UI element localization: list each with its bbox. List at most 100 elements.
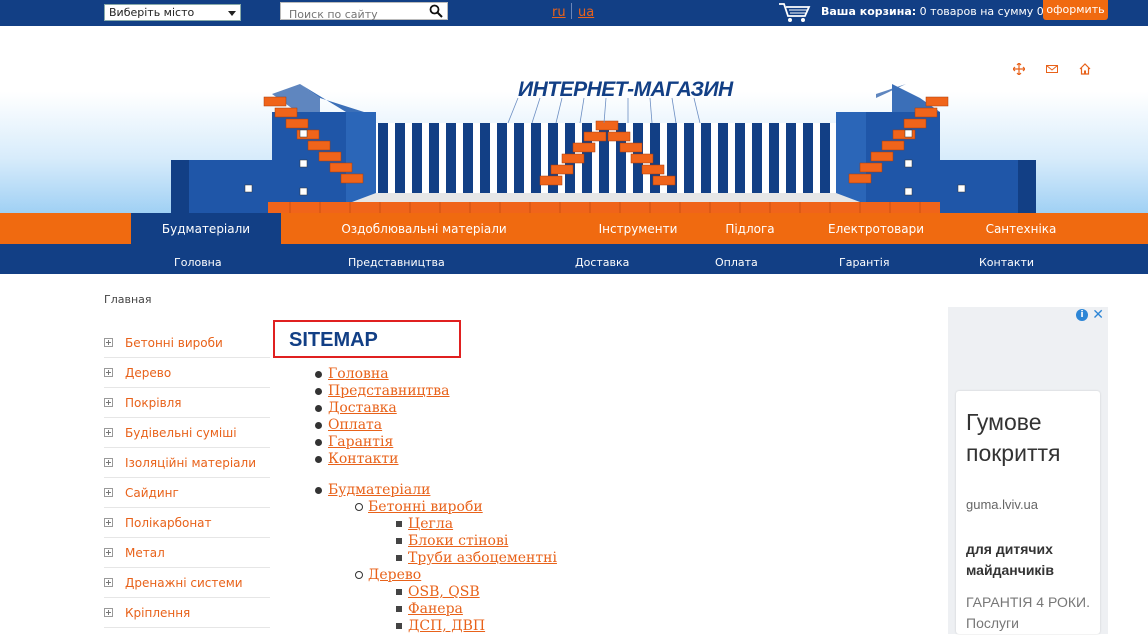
primary-nav: Будматеріали Оздоблювальні матеріали Інс…	[0, 213, 1148, 244]
list-bullet	[396, 589, 402, 595]
sitemap-link-item[interactable]: ДСП, ДВП	[408, 618, 485, 634]
ad-domain[interactable]: guma.lviv.ua	[966, 497, 1038, 512]
sitemap-link-warranty[interactable]: Гарантія	[328, 434, 393, 450]
list-bullet	[315, 422, 322, 429]
sidebar-item[interactable]: Бетонні вироби	[104, 328, 270, 358]
search-input[interactable]	[281, 6, 421, 23]
sitemap-link-item[interactable]: Блоки стінові	[408, 533, 508, 549]
expand-plus-icon[interactable]	[104, 428, 113, 437]
sidebar-item[interactable]: Дренажні системи	[104, 568, 270, 598]
sidebar-item-label[interactable]: Полікарбонат	[125, 516, 212, 530]
nav-item-instrumenty[interactable]: Інструменти	[588, 213, 688, 244]
nav-link-payment[interactable]: Оплата	[715, 244, 758, 274]
nav-item-budmaterialy[interactable]: Будматеріали	[131, 213, 281, 244]
home-icon[interactable]	[1079, 63, 1091, 75]
page-title: SITEMAP	[289, 329, 378, 351]
breadcrumb[interactable]: Главная	[104, 293, 152, 306]
city-select-value: Виберіть місто	[109, 6, 195, 19]
sidebar-item[interactable]: Кріплення	[104, 598, 270, 628]
expand-plus-icon[interactable]	[104, 548, 113, 557]
expand-plus-icon[interactable]	[104, 608, 113, 617]
sitemap-link-subcategory[interactable]: Бетонні вироби	[368, 499, 483, 515]
lang-ru-link[interactable]: ru	[552, 5, 566, 20]
cart-summary: Ваша корзина: 0 товаров на сумму 0 грн	[821, 5, 1067, 18]
expand-plus-icon[interactable]	[104, 398, 113, 407]
page-title-box: SITEMAP	[273, 320, 461, 358]
sidebar-item[interactable]: Метал	[104, 538, 270, 568]
sitemap-link-item[interactable]: Труби азбоцементні	[408, 550, 557, 566]
nav-link-home[interactable]: Головна	[174, 244, 222, 274]
sidebar-item-label[interactable]: Бетонні вироби	[125, 336, 223, 350]
list-bullet	[396, 623, 402, 629]
sidebar-item[interactable]: Будівельні суміші	[104, 418, 270, 448]
list-bullet	[315, 487, 322, 494]
nav-link-offices[interactable]: Представництва	[348, 244, 445, 274]
sitemap-link-payment[interactable]: Оплата	[328, 417, 382, 433]
expand-plus-icon[interactable]	[104, 518, 113, 527]
sidebar-item-label[interactable]: Метал	[125, 546, 165, 560]
search-icon[interactable]	[429, 4, 443, 18]
sidebar-item[interactable]: Сайдинг	[104, 478, 270, 508]
ad-info-icon[interactable]: i	[1076, 309, 1088, 321]
header-banner-illustration: ИНТЕРНЕТ-МАГАЗИН	[171, 78, 1036, 214]
nav-link-contacts[interactable]: Контакти	[979, 244, 1034, 274]
nav-item-santekhnika[interactable]: Сантехніка	[980, 213, 1062, 244]
header-logo-text: ИНТЕРНЕТ-МАГАЗИН	[518, 78, 734, 101]
ad-subheadline[interactable]: для дитячих майданчиків	[966, 539, 1096, 581]
ad-card[interactable]: Гумове покриття guma.lviv.ua для дитячих…	[956, 391, 1100, 634]
sidebar-item-label[interactable]: Будівельні суміші	[125, 426, 237, 440]
nav-item-ozdoblyuvalni[interactable]: Оздоблювальні матеріали	[331, 213, 517, 244]
sidebar-item-label[interactable]: Дерево	[125, 366, 171, 380]
sitemap-link-offices[interactable]: Представництва	[328, 383, 450, 399]
list-bullet	[315, 371, 322, 378]
chevron-down-icon	[228, 11, 236, 16]
nav-item-pidloga[interactable]: Підлога	[715, 213, 785, 244]
cart-icon[interactable]	[778, 1, 812, 23]
sitemap-link-subcategory[interactable]: Дерево	[368, 567, 421, 583]
list-bullet	[396, 521, 402, 527]
checkout-button[interactable]: оформить	[1043, 0, 1108, 20]
lang-divider	[571, 3, 572, 19]
expand-plus-icon[interactable]	[104, 458, 113, 467]
search-box	[280, 2, 448, 23]
sidebar-item-label[interactable]: Ізоляційні матеріали	[125, 456, 256, 470]
sitemap-link-item[interactable]: Фанера	[408, 601, 463, 617]
nav-link-delivery[interactable]: Доставка	[575, 244, 629, 274]
close-icon[interactable]: ✕	[1092, 307, 1104, 323]
ad-banner[interactable]: i ✕ Гумове покриття guma.lviv.ua для дит…	[948, 307, 1108, 634]
expand-plus-icon[interactable]	[104, 338, 113, 347]
ad-body-text[interactable]: ГАРАНТІЯ 4 РОКИ. Послуги	[966, 592, 1096, 634]
lang-ua-link[interactable]: ua	[578, 5, 594, 20]
sitemap-link-home[interactable]: Головна	[328, 366, 389, 382]
sidebar-item[interactable]: Полікарбонат	[104, 508, 270, 538]
sidebar-item-label[interactable]: Покрівля	[125, 396, 182, 410]
list-bullet	[355, 503, 363, 511]
sidebar-item[interactable]: Дерево	[104, 358, 270, 388]
city-select[interactable]: Виберіть місто	[104, 4, 241, 21]
sitemap-link-item[interactable]: Цегла	[408, 516, 453, 532]
sidebar-item-label[interactable]: Сайдинг	[125, 486, 179, 500]
sidebar-item-label[interactable]: Дренажні системи	[125, 576, 243, 590]
sitemap-link-category[interactable]: Будматеріали	[328, 482, 430, 498]
sitemap-link-item[interactable]: OSB, QSB	[408, 584, 480, 600]
expand-plus-icon[interactable]	[104, 368, 113, 377]
sidebar-item-label[interactable]: Кріплення	[125, 606, 190, 620]
ad-headline[interactable]: Гумове покриття	[966, 407, 1096, 469]
nav-item-elektrotovary[interactable]: Електротовари	[820, 213, 932, 244]
sitemap-link-contacts[interactable]: Контакти	[328, 451, 399, 467]
list-bullet	[315, 439, 322, 446]
cart-label: Ваша корзина:	[821, 5, 917, 18]
sitemap-icon[interactable]	[1013, 63, 1025, 75]
site-header: ИНТЕРНЕТ-МАГАЗИН	[0, 26, 1148, 214]
expand-plus-icon[interactable]	[104, 578, 113, 587]
mail-icon[interactable]	[1046, 63, 1058, 75]
sidebar-item[interactable]: Покрівля	[104, 388, 270, 418]
sitemap-link-delivery[interactable]: Доставка	[328, 400, 397, 416]
secondary-nav: Головна Представництва Доставка Оплата Г…	[0, 244, 1148, 274]
list-bullet	[396, 606, 402, 612]
list-bullet	[315, 456, 322, 463]
expand-plus-icon[interactable]	[104, 488, 113, 497]
sidebar-item[interactable]: Ізоляційні матеріали	[104, 448, 270, 478]
nav-link-warranty[interactable]: Гарантія	[839, 244, 889, 274]
category-sidebar: Бетонні вироби Дерево Покрівля Будівельн…	[104, 328, 270, 628]
